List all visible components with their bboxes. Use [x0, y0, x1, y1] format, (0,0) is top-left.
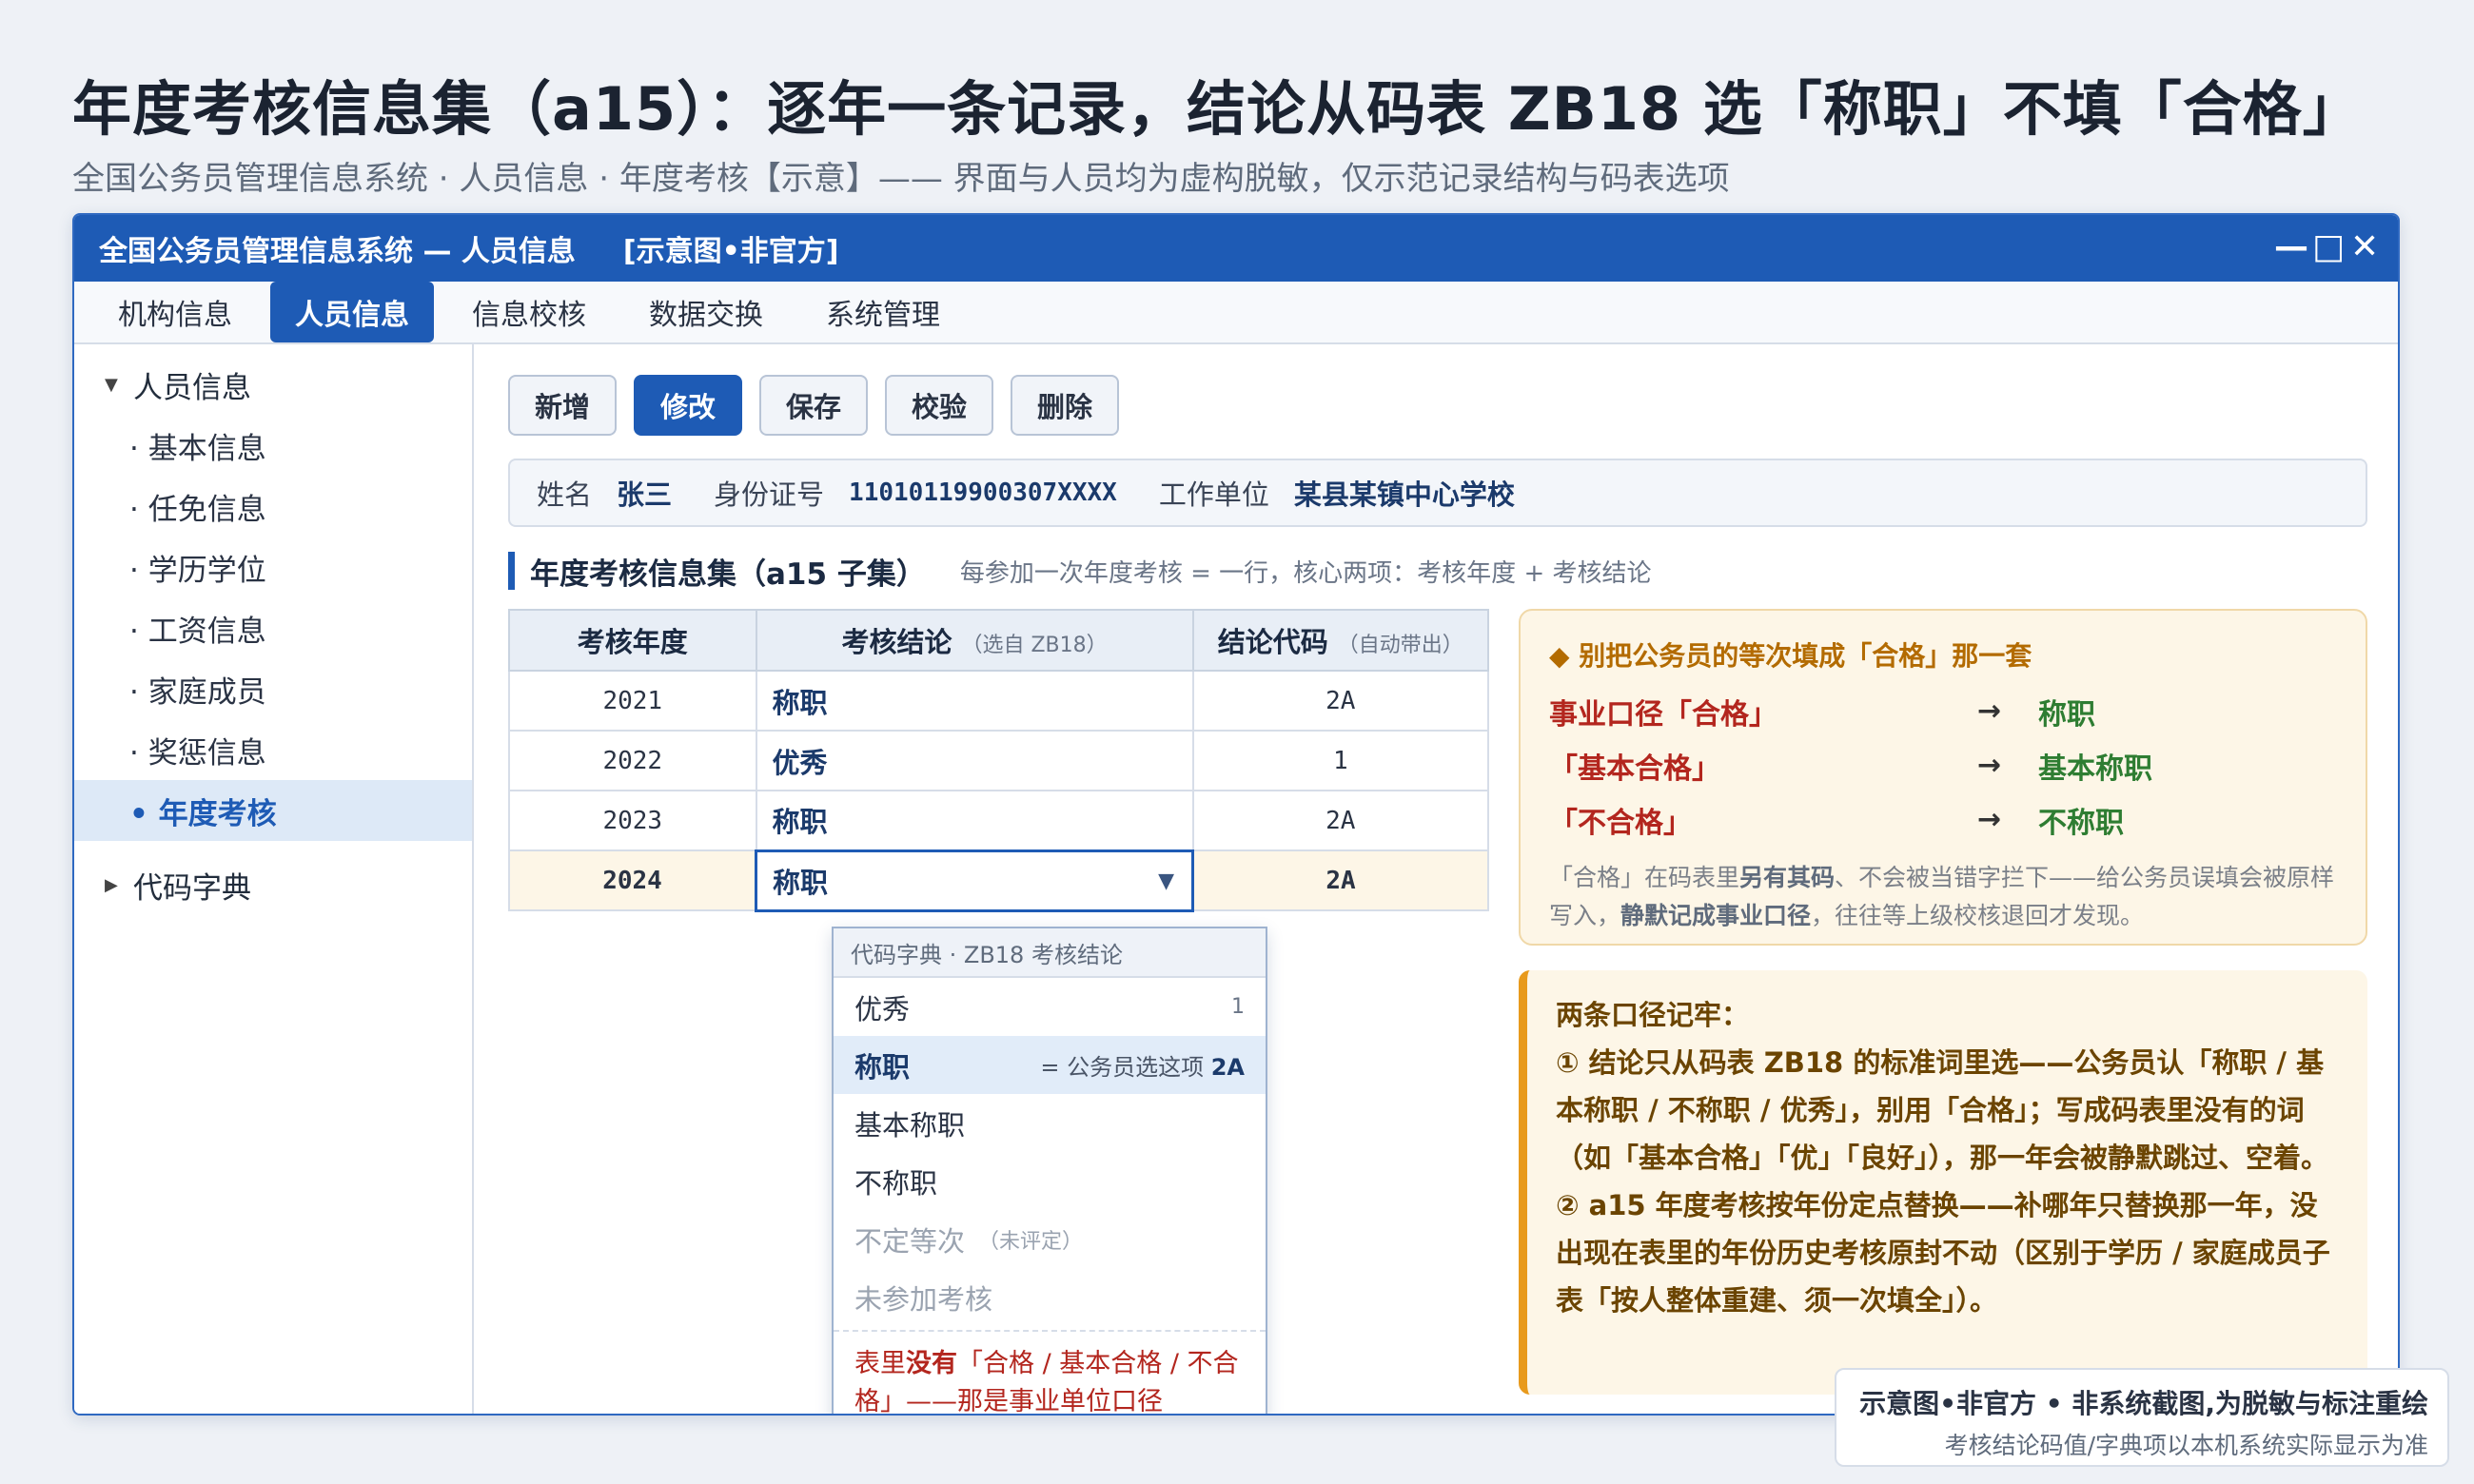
disclaimer-footnote: 示意图•非官方 • 非系统截图,为脱敏与标注重绘 考核结论码值/字典项以本机系统… — [1835, 1368, 2449, 1467]
table-row-current[interactable]: 2024 称职 ▼ 2A — [508, 849, 1490, 912]
maximize-icon[interactable]: □ — [2312, 226, 2345, 268]
cell-result[interactable]: 称职 — [755, 670, 1194, 732]
dropdown-header: 代码字典 · ZB18 考核结论 — [834, 928, 1266, 978]
toolbar: 新增 修改 保存 校验 删除 — [508, 375, 1119, 436]
option-basic-competent[interactable]: 基本称职 — [834, 1094, 1266, 1152]
edit-button[interactable]: 修改 — [634, 375, 742, 436]
table-header-row: 考核年度 考核结论 （选自 ZB18） 结论代码 （自动带出） — [508, 609, 1490, 672]
mapping-callout: ◆ 别把公务员的等次填成「合格」那一套 事业口径「合格」 → 称职 「基本合格」… — [1519, 609, 2367, 946]
menu-org-info[interactable]: 机构信息 — [93, 282, 257, 342]
column-header-year: 考核年度 — [508, 609, 757, 672]
mapping-title: ◆ 别把公务员的等次填成「合格」那一套 — [1549, 640, 2032, 672]
arrow-right-icon: → — [1977, 749, 2002, 782]
sidebar-item-education[interactable]: · 学历学位 — [74, 537, 472, 597]
select-value: 称职 — [773, 866, 829, 899]
option-hint: = 公务员选这项 2A — [1040, 1054, 1245, 1081]
sidebar-item-appointment[interactable]: · 任免信息 — [74, 476, 472, 537]
sidebar: ▼ 人员信息 · 基本信息 · 任免信息 · 学历学位 · 工资信息 · 家庭成… — [74, 344, 474, 1414]
window-titlebar: 全国公务员管理信息系统 — 人员信息 [示意图•非官方] — □ ✕ — [74, 215, 2398, 282]
section-heading: 年度考核信息集（a15 子集） 每参加一次年度考核 = 一行，核心两项：考核年度… — [508, 552, 1652, 592]
minimize-icon[interactable]: — — [2274, 226, 2308, 268]
tree-node-code-dict[interactable]: ▶ 代码字典 — [74, 854, 472, 915]
cell-code: 2A — [1191, 849, 1490, 911]
delete-button[interactable]: 删除 — [1011, 375, 1119, 436]
cell-year: 2023 — [508, 790, 757, 851]
caret-right-icon: ▶ — [105, 874, 118, 895]
table-row[interactable]: 2023 称职 2A — [508, 790, 1490, 851]
column-header-code: 结论代码 （自动带出） — [1191, 609, 1490, 672]
menu-system-admin[interactable]: 系统管理 — [801, 282, 965, 342]
option-excellent[interactable]: 优秀 1 — [834, 978, 1266, 1036]
disclaimer-line-1: 示意图•非官方 • 非系统截图,为脱敏与标注重绘 — [1859, 1388, 2428, 1419]
validate-button[interactable]: 校验 — [885, 375, 993, 436]
sidebar-item-annual-assessment[interactable]: • 年度考核 — [74, 780, 472, 841]
section-desc: 每参加一次年度考核 = 一行，核心两项：考核年度 + 考核结论 — [959, 558, 1652, 588]
cell-year: 2024 — [508, 849, 757, 911]
menu-data-exchange[interactable]: 数据交换 — [624, 282, 788, 342]
mapping-row: 「基本合格」 → 基本称职 — [1549, 749, 2152, 786]
column-header-result: 考核结论 （选自 ZB18） — [755, 609, 1194, 672]
close-icon[interactable]: ✕ — [2350, 226, 2379, 268]
arrow-right-icon: → — [1977, 803, 2002, 836]
option-undetermined[interactable]: 不定等次 （未评定） — [834, 1210, 1266, 1268]
name-label: 姓名 — [537, 478, 593, 511]
menu-info-check[interactable]: 信息校核 — [447, 282, 611, 342]
option-incompetent[interactable]: 不称职 — [834, 1152, 1266, 1210]
person-info-bar: 姓名 张三 身份证号 11010119900307XXXX 工作单位 某县某镇中… — [508, 459, 2367, 527]
person-unit: 某县某镇中心学校 — [1293, 478, 1515, 511]
menu-personnel-info[interactable]: 人员信息 — [270, 282, 434, 342]
window-title: 全国公务员管理信息系统 — 人员信息 — [99, 235, 576, 268]
option-code: 1 — [1231, 995, 1245, 1019]
rule-one: ① 结论只从码表 ZB18 的标准词里选——公务员认「称职 / 基本称职 / 不… — [1556, 1046, 2329, 1174]
section-title: 年度考核信息集（a15 子集） — [530, 556, 926, 592]
mapping-row: 事业口径「合格」 → 称职 — [1549, 694, 2095, 732]
tree-node-personnel[interactable]: ▼ 人员信息 — [74, 354, 472, 415]
table-row[interactable]: 2021 称职 2A — [508, 670, 1490, 732]
cell-result[interactable]: 优秀 — [755, 730, 1194, 791]
dropdown-warning-note: 表里没有「合格 / 基本合格 / 不合格」——那是事业单位口径 — [834, 1330, 1266, 1414]
cell-result[interactable]: 称职 — [755, 790, 1194, 851]
cell-code: 1 — [1191, 730, 1490, 791]
window-tag: [示意图•非官方] — [622, 235, 839, 268]
sidebar-item-salary[interactable]: · 工资信息 — [74, 597, 472, 658]
rules-title: 两条口径记牢： — [1556, 999, 1750, 1031]
tree-node-label: 代码字典 — [133, 870, 251, 906]
sidebar-item-basic-info[interactable]: · 基本信息 — [74, 415, 472, 476]
person-name: 张三 — [617, 478, 673, 511]
page-subline: 全国公务员管理信息系统 · 人员信息 · 年度考核【示意】—— 界面与人员均为虚… — [72, 160, 1730, 198]
caret-down-icon: ▼ — [105, 374, 118, 395]
save-button[interactable]: 保存 — [759, 375, 868, 436]
sidebar-item-rewards[interactable]: · 奖惩信息 — [74, 719, 472, 780]
person-id: 11010119900307XXXX — [849, 478, 1117, 507]
sidebar-item-family[interactable]: · 家庭成员 — [74, 658, 472, 719]
page-headline: 年度考核信息集（a15）：逐年一条记录，结论从码表 ZB18 选「称职」不填「合… — [72, 74, 2363, 144]
disclaimer-line-2: 考核结论码值/字典项以本机系统实际显示为准 — [1944, 1432, 2428, 1459]
table-row[interactable]: 2022 优秀 1 — [508, 730, 1490, 791]
arrow-right-icon: → — [1977, 694, 2002, 728]
cell-code: 2A — [1191, 790, 1490, 851]
cell-code: 2A — [1191, 670, 1490, 732]
rule-two: ② a15 年度考核按年份定点替换——补哪年只替换那一年，没出现在表里的年份历史… — [1556, 1189, 2330, 1317]
option-not-assessed[interactable]: 未参加考核 — [834, 1268, 1266, 1326]
unit-label: 工作单位 — [1158, 478, 1269, 511]
mapping-row: 「不合格」 → 不称职 — [1549, 803, 2124, 840]
result-select[interactable]: 称职 ▼ — [755, 849, 1195, 912]
tree-node-label: 人员信息 — [133, 370, 251, 405]
dropdown-arrow-icon[interactable]: ▼ — [1158, 869, 1174, 893]
assessment-table: 考核年度 考核结论 （选自 ZB18） 结论代码 （自动带出） 2021 称职 2A… — [508, 609, 1490, 912]
option-competent[interactable]: 称职 = 公务员选这项 2A — [834, 1036, 1266, 1094]
app-window: 全国公务员管理信息系统 — 人员信息 [示意图•非官方] — □ ✕ 机构信息 … — [72, 213, 2400, 1416]
menu-bar: 机构信息 人员信息 信息校核 数据交换 系统管理 — [74, 282, 2398, 344]
rules-callout: 两条口径记牢： ① 结论只从码表 ZB18 的标准词里选——公务员认「称职 / … — [1519, 970, 2367, 1395]
mapping-note: 「合格」在码表里另有其码、不会被当错字拦下——给公务员误填会被原样写入，静默记成… — [1549, 864, 2335, 929]
main-panel: 新增 修改 保存 校验 删除 姓名 张三 身份证号 11010119900307… — [476, 344, 2398, 1414]
window-controls: — □ ✕ — [2274, 226, 2379, 268]
new-button[interactable]: 新增 — [508, 375, 617, 436]
cell-year: 2022 — [508, 730, 757, 791]
id-label: 身份证号 — [714, 478, 825, 511]
cell-year: 2021 — [508, 670, 757, 732]
code-dropdown: 代码字典 · ZB18 考核结论 优秀 1 称职 = 公务员选这项 2A 基本称… — [832, 927, 1267, 1414]
